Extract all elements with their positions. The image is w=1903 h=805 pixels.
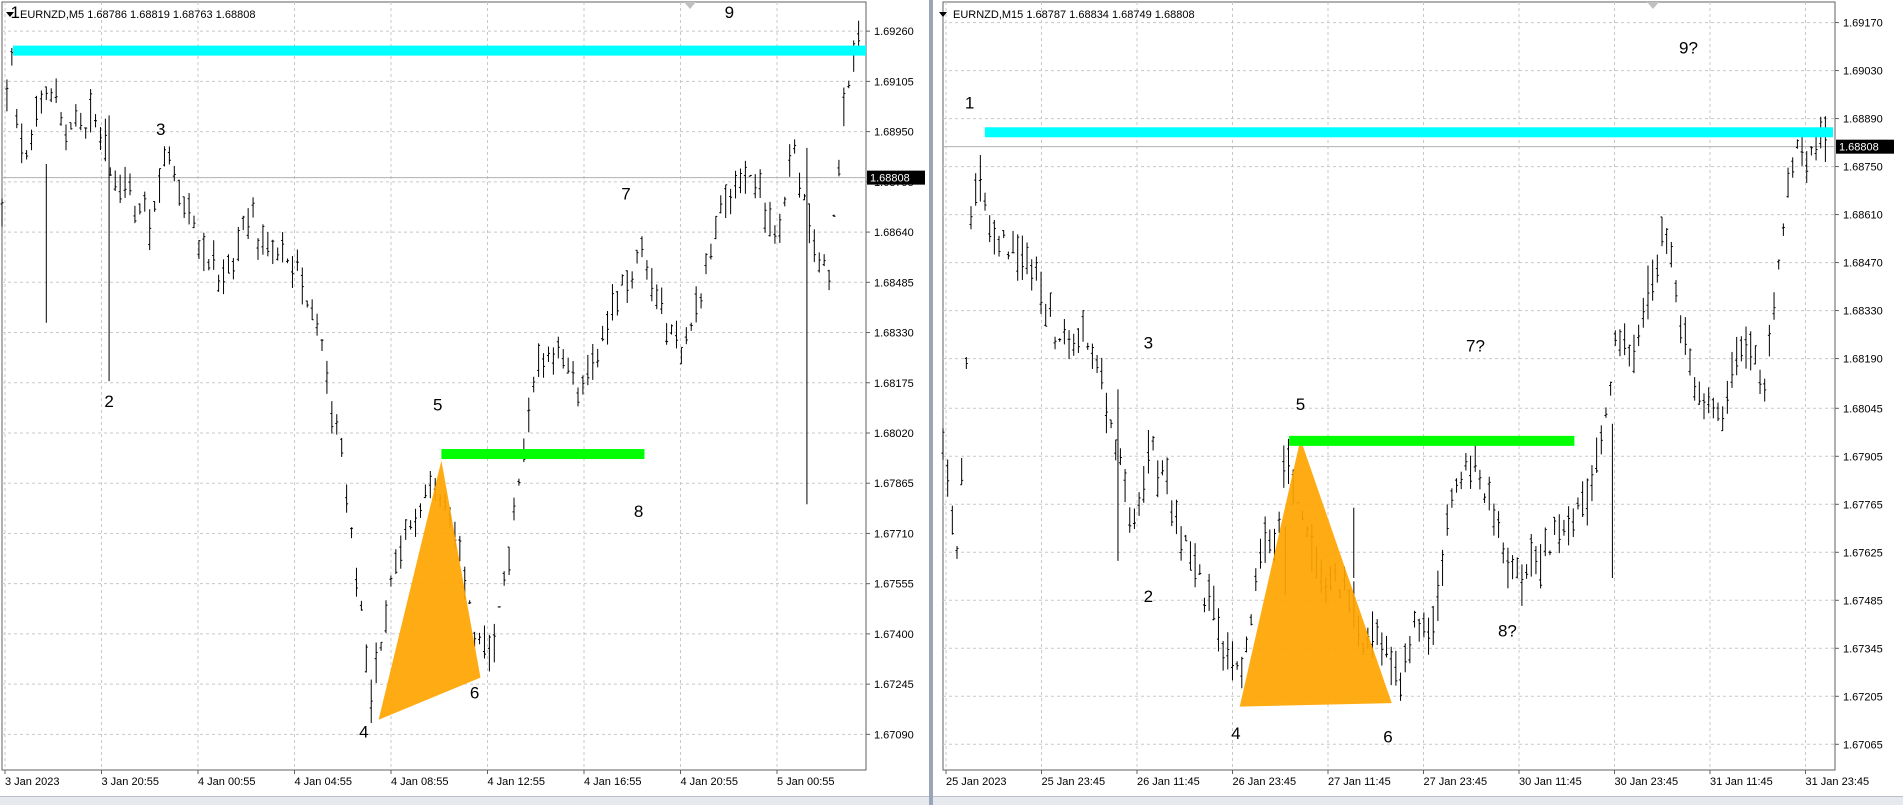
pattern-label: 1: [965, 93, 974, 112]
pattern-label: 9: [725, 3, 734, 22]
y-tick-label: 1.68640: [874, 227, 914, 239]
y-tick-label: 1.67345: [1843, 643, 1883, 655]
y-tick-label: 1.68470: [1843, 258, 1883, 270]
y-tick-label: 1.67555: [874, 579, 914, 591]
chart-panel-m5[interactable]: 1.692601.691051.689501.687951.686401.684…: [0, 0, 929, 805]
y-tick-label: 1.68020: [874, 428, 914, 440]
y-tick-label: 1.68175: [874, 378, 914, 390]
y-tick-label: 1.68190: [1843, 354, 1883, 366]
current-price-tag-label: 1.68808: [870, 173, 910, 185]
pattern-label: 8?: [1498, 621, 1517, 640]
y-tick-label: 1.68045: [1843, 403, 1883, 415]
y-tick-label: 1.67865: [874, 478, 914, 490]
chart-tab-strip: [0, 796, 929, 805]
x-tick-label: 3 Jan 20:55: [102, 776, 160, 788]
x-tick-label: 4 Jan 00:55: [198, 776, 256, 788]
x-tick-label: 31 Jan 23:45: [1806, 776, 1870, 788]
y-tick-label: 1.69260: [874, 26, 914, 38]
x-tick-label: 3 Jan 2023: [5, 776, 59, 788]
pattern-label: 4: [359, 723, 368, 742]
y-tick-label: 1.67205: [1843, 691, 1883, 703]
pattern-label: 7?: [1466, 337, 1485, 356]
y-tick-label: 1.68330: [874, 328, 914, 340]
y-tick-label: 1.67400: [874, 629, 914, 641]
pattern-label: 5: [1296, 395, 1305, 414]
y-tick-label: 1.67090: [874, 729, 914, 741]
x-tick-label: 27 Jan 11:45: [1328, 776, 1391, 788]
resistance-zone: [984, 127, 1833, 138]
y-tick-label: 1.69170: [1843, 18, 1883, 30]
pattern-label: 3: [1144, 333, 1153, 352]
x-tick-label: 27 Jan 23:45: [1424, 776, 1488, 788]
pattern-label: 6: [470, 684, 479, 703]
x-tick-label: 25 Jan 23:45: [1042, 776, 1106, 788]
y-tick-label: 1.69030: [1843, 66, 1883, 78]
resistance-zone: [13, 45, 867, 56]
x-tick-label: 4 Jan 20:55: [681, 776, 739, 788]
m5-chart-svg[interactable]: 1.692601.691051.689501.687951.686401.684…: [0, 0, 929, 805]
pattern-label: 7: [621, 185, 630, 204]
y-tick-label: 1.68610: [1843, 210, 1883, 222]
y-tick-label: 1.68485: [874, 277, 914, 289]
x-tick-label: 4 Jan 12:55: [488, 776, 546, 788]
chart-tab-strip: [933, 796, 1903, 805]
pattern-label: 3: [156, 120, 165, 139]
breakout-zone: [1289, 435, 1575, 446]
x-tick-label: 5 Jan 00:55: [777, 776, 835, 788]
y-tick-label: 1.68950: [874, 127, 914, 139]
m15-chart-svg[interactable]: 1.69170 1.69030 1.68890 1.68750 1.68610 1.684…: [933, 0, 1903, 805]
pattern-label: 9?: [1679, 38, 1698, 57]
x-tick-label: 30 Jan 11:45: [1519, 776, 1582, 788]
plot-area: [942, 1, 1836, 771]
pattern-label: 2: [1144, 587, 1153, 606]
y-tick-label: 1.68890: [1843, 114, 1883, 126]
chart-header-text: EURNZD,M15 1.68787 1.68834 1.68749 1.688…: [953, 9, 1195, 21]
y-tick-label: 1.67765: [1843, 499, 1883, 511]
y-tick-label: 1.67485: [1843, 595, 1883, 607]
pattern-label: 5: [433, 395, 442, 414]
x-tick-label: 25 Jan 2023: [946, 776, 1007, 788]
breakout-zone: [441, 449, 645, 460]
y-tick-label: 1.68330: [1843, 306, 1883, 318]
y-tick-label: 1.67625: [1843, 547, 1883, 559]
x-tick-label: 31 Jan 11:45: [1710, 776, 1773, 788]
y-tick-label: 1.67065: [1843, 739, 1883, 751]
current-price-tag-label: 1.68808: [1839, 142, 1879, 154]
x-tick-label: 26 Jan 11:45: [1137, 776, 1200, 788]
x-tick-label: 30 Jan 23:45: [1615, 776, 1679, 788]
pattern-label: 4: [1231, 724, 1240, 743]
y-tick-label: 1.67245: [874, 679, 914, 691]
chart-panel-m15[interactable]: 1.69170 1.69030 1.68890 1.68750 1.68610 1.684…: [933, 0, 1903, 805]
chart-header-text: EURNZD,M5 1.68786 1.68819 1.68763 1.6880…: [20, 9, 255, 21]
x-tick-label: 4 Jan 04:55: [295, 776, 353, 788]
x-tick-label: 4 Jan 08:55: [391, 776, 449, 788]
x-tick-label: 26 Jan 23:45: [1233, 776, 1297, 788]
x-tick-label: 4 Jan 16:55: [584, 776, 642, 788]
y-tick-label: 1.67905: [1843, 451, 1883, 463]
y-tick-label: 1.68750: [1843, 162, 1883, 174]
pattern-label: 2: [104, 392, 113, 411]
y-tick-label: 1.69105: [874, 76, 914, 88]
pattern-label: 8: [634, 502, 643, 521]
y-tick-label: 1.67710: [874, 528, 914, 540]
pattern-label: 6: [1383, 728, 1392, 747]
